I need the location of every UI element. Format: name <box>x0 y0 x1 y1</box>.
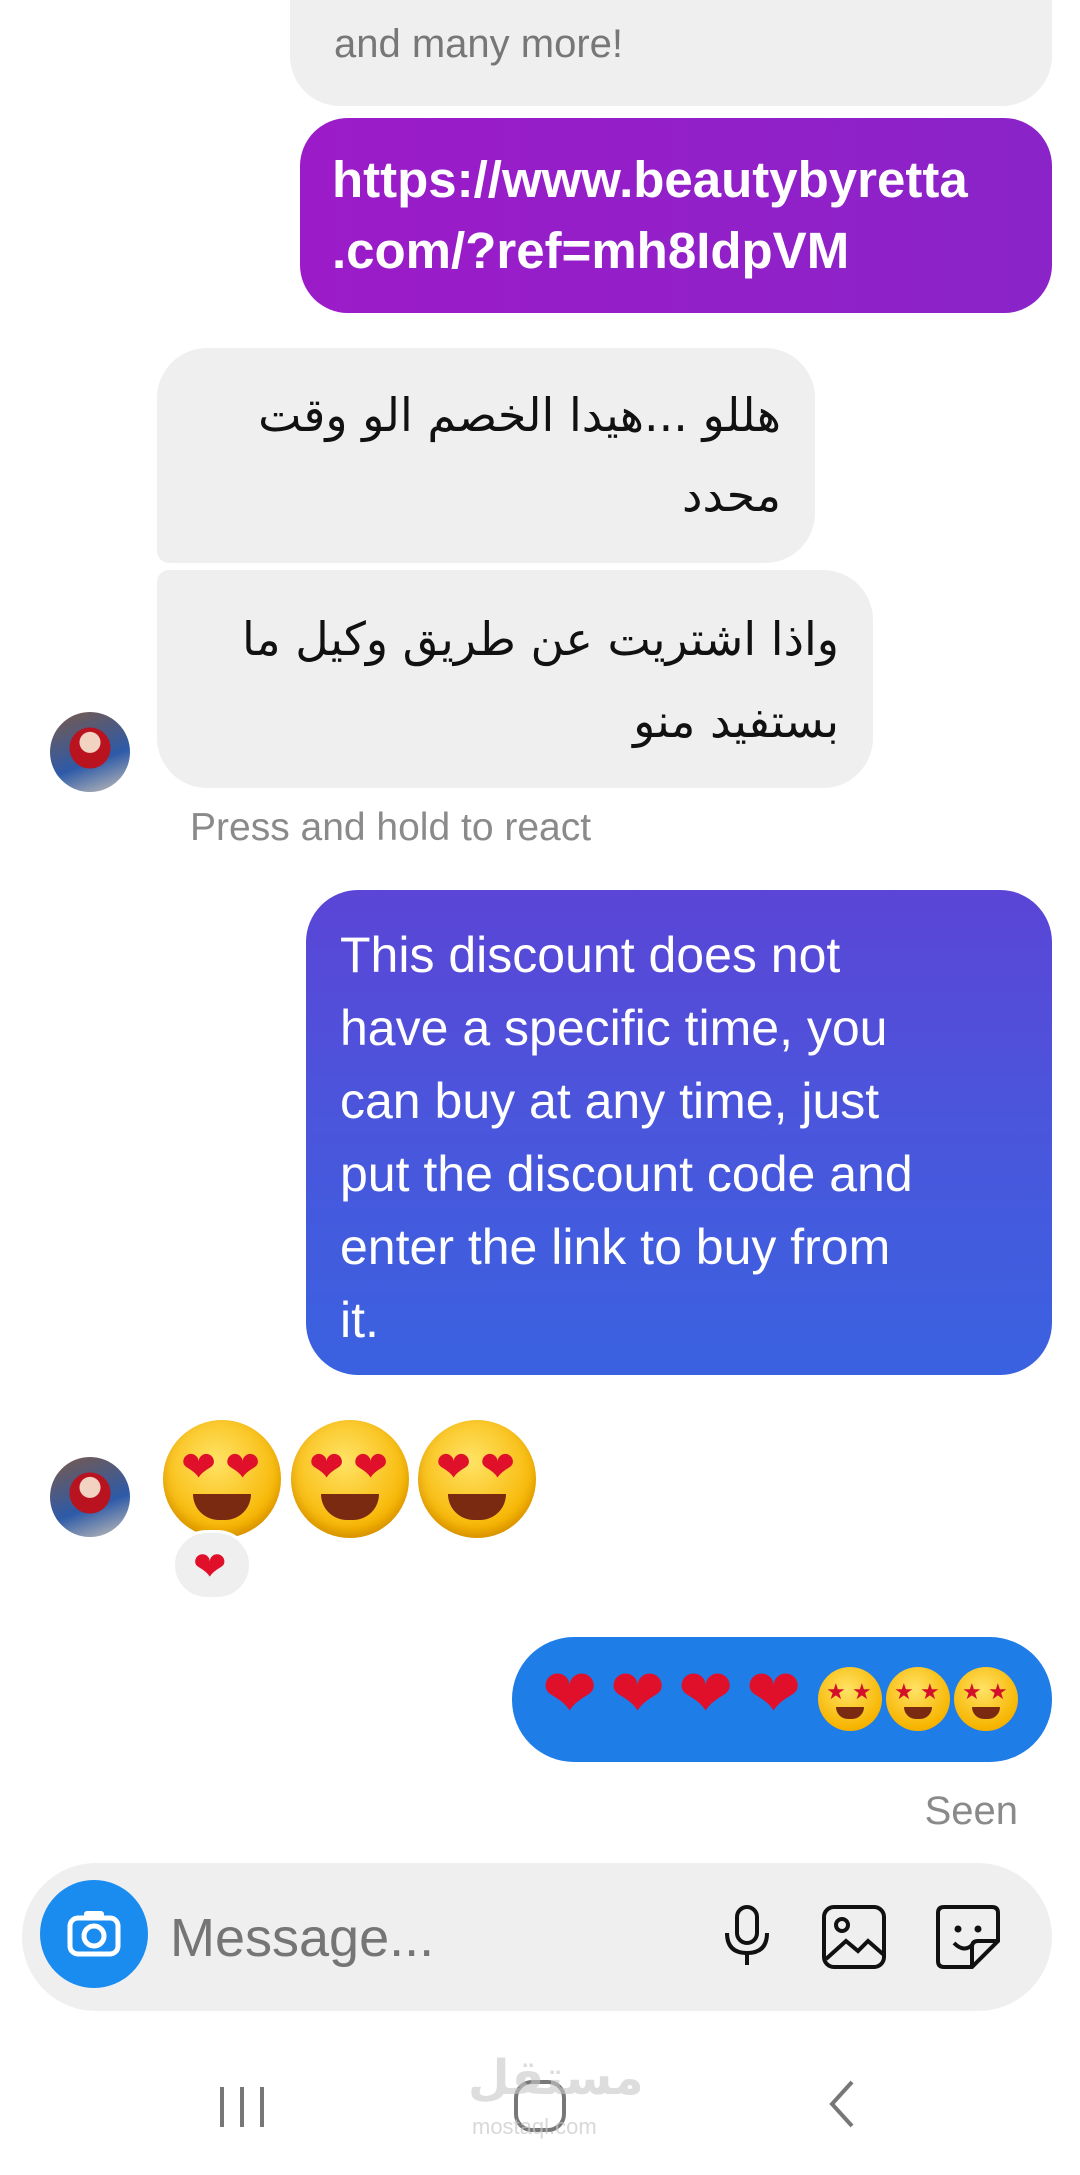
seen-status: Seen <box>924 1789 1018 1833</box>
message-bubble-emoji-outgoing[interactable]: ❤ ❤ ❤ ❤ ★ ★ ★ ★ ★ ★ <box>512 1637 1052 1762</box>
link-text-line1: https://www.beautybyretta <box>332 151 968 208</box>
gallery-icon[interactable] <box>818 1901 890 1973</box>
heart-eyes-emoji-icon: ❤ ❤ <box>291 1420 409 1538</box>
back-icon[interactable] <box>818 2074 868 2134</box>
avatar[interactable] <box>50 1457 130 1537</box>
emoji-message-incoming[interactable]: ❤ ❤ ❤ ❤ ❤ ❤ <box>158 1414 543 1539</box>
star-struck-emoji-icon: ★ ★ <box>818 1667 882 1731</box>
message-bubble-incoming[interactable]: and many more! <box>290 0 1052 106</box>
sticker-icon[interactable] <box>932 1901 1004 1973</box>
link-text-line2: .com/?ref=mh8IdpVM <box>332 222 850 279</box>
message-text-line: can buy at any time, just <box>340 1073 880 1129</box>
message-text-line: This discount does not <box>340 927 841 983</box>
message-text-line2: محدد <box>682 468 781 522</box>
avatar[interactable] <box>50 712 130 792</box>
message-bubble-incoming[interactable]: هللو ...هيدا الخصم الو وقت محدد <box>157 348 815 563</box>
message-text-line1: هللو ...هيدا الخصم الو وقت <box>258 388 781 442</box>
react-hint: Press and hold to react <box>190 806 592 849</box>
message-bubble-incoming[interactable]: واذا اشتريت عن طريق وكيل ما بستفيد منو <box>157 570 873 788</box>
message-text-line: enter the link to buy from <box>340 1219 891 1275</box>
heart-eyes-emoji-icon: ❤ ❤ <box>418 1420 536 1538</box>
message-bubble-outgoing[interactable]: This discount does not have a specific t… <box>306 890 1052 1375</box>
message-composer <box>22 1863 1052 2011</box>
star-struck-emoji-icon: ★ ★ <box>886 1667 950 1731</box>
navigation-bar: مستقل mostaql.com <box>0 2030 1080 2175</box>
message-text-line: it. <box>340 1292 379 1348</box>
message-input[interactable] <box>168 1897 692 1979</box>
watermark-logo: مستقل <box>468 2050 644 2106</box>
recents-icon[interactable] <box>212 2082 272 2132</box>
message-text-line: put the discount code and <box>340 1146 913 1202</box>
message-text: and many more! <box>334 22 624 66</box>
microphone-icon[interactable] <box>712 1901 782 1971</box>
message-bubble-link[interactable]: https://www.beautybyretta .com/?ref=mh8I… <box>300 118 1052 313</box>
message-text-line1: واذا اشتريت عن طريق وكيل ما <box>241 612 839 666</box>
heart-icon: ❤ <box>193 1544 227 1590</box>
watermark-subtext: mostaql.com <box>472 2114 597 2139</box>
heart-icon: ❤ <box>678 1655 734 1732</box>
camera-icon[interactable] <box>40 1880 148 1988</box>
heart-icon: ❤ <box>746 1655 802 1732</box>
star-struck-emoji-icon: ★ ★ <box>954 1667 1018 1731</box>
message-text-line2: بستفيد منو <box>633 694 839 748</box>
heart-icon: ❤ <box>610 1655 666 1732</box>
heart-eyes-emoji-icon: ❤ ❤ <box>163 1420 281 1538</box>
reaction-badge[interactable]: ❤ <box>172 1530 252 1600</box>
message-text-line: have a specific time, you <box>340 1000 888 1056</box>
heart-icon: ❤ <box>542 1655 598 1732</box>
